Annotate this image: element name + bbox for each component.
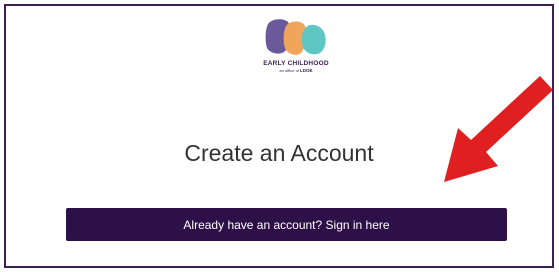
red-arrow-annotation-icon (444, 76, 553, 182)
logo-subtitle-brand: LDOE (300, 68, 313, 73)
early-childhood-logo: EARLY CHILDHOOD an office of LDOE (244, 16, 348, 96)
logo-subtitle: an office of LDOE (244, 68, 348, 73)
sign-in-button[interactable]: Already have an account? Sign in here (66, 208, 507, 241)
logo-wordmark: EARLY CHILDHOOD (263, 60, 329, 67)
logo-subtitle-prefix: an office of (279, 68, 299, 73)
logo-mark-icon (265, 19, 326, 55)
